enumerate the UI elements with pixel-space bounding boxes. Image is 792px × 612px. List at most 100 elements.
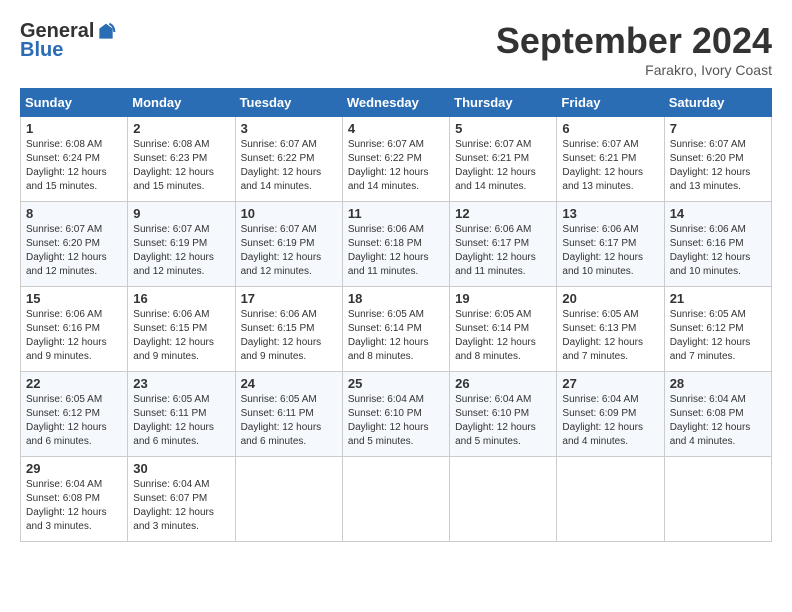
day-info: Sunrise: 6:04 AMSunset: 6:10 PMDaylight:… (348, 394, 429, 447)
table-row (557, 457, 664, 542)
day-number: 12 (455, 206, 551, 221)
table-row: 30 Sunrise: 6:04 AMSunset: 6:07 PMDaylig… (128, 457, 235, 542)
day-number: 11 (348, 206, 444, 221)
day-number: 17 (241, 291, 337, 306)
table-row (664, 457, 771, 542)
table-row: 13 Sunrise: 6:06 AMSunset: 6:17 PMDaylig… (557, 202, 664, 287)
table-row: 5 Sunrise: 6:07 AMSunset: 6:21 PMDayligh… (450, 117, 557, 202)
day-number: 20 (562, 291, 658, 306)
table-row (235, 457, 342, 542)
day-number: 8 (26, 206, 122, 221)
day-info: Sunrise: 6:05 AMSunset: 6:11 PMDaylight:… (241, 394, 322, 447)
table-row: 9 Sunrise: 6:07 AMSunset: 6:19 PMDayligh… (128, 202, 235, 287)
day-info: Sunrise: 6:06 AMSunset: 6:16 PMDaylight:… (670, 224, 751, 277)
month-title: September 2024 (496, 20, 772, 62)
day-info: Sunrise: 6:07 AMSunset: 6:21 PMDaylight:… (562, 139, 643, 192)
day-number: 5 (455, 121, 551, 136)
day-number: 30 (133, 461, 229, 476)
table-row: 26 Sunrise: 6:04 AMSunset: 6:10 PMDaylig… (450, 372, 557, 457)
day-number: 3 (241, 121, 337, 136)
col-sunday: Sunday (21, 89, 128, 117)
day-info: Sunrise: 6:06 AMSunset: 6:15 PMDaylight:… (133, 309, 214, 362)
day-number: 4 (348, 121, 444, 136)
day-info: Sunrise: 6:06 AMSunset: 6:17 PMDaylight:… (455, 224, 536, 277)
calendar-week-row: 8 Sunrise: 6:07 AMSunset: 6:20 PMDayligh… (21, 202, 772, 287)
col-wednesday: Wednesday (342, 89, 449, 117)
day-number: 24 (241, 376, 337, 391)
day-number: 25 (348, 376, 444, 391)
day-info: Sunrise: 6:05 AMSunset: 6:12 PMDaylight:… (26, 394, 107, 447)
table-row: 22 Sunrise: 6:05 AMSunset: 6:12 PMDaylig… (21, 372, 128, 457)
table-row: 24 Sunrise: 6:05 AMSunset: 6:11 PMDaylig… (235, 372, 342, 457)
calendar-header-row: Sunday Monday Tuesday Wednesday Thursday… (21, 89, 772, 117)
day-info: Sunrise: 6:06 AMSunset: 6:17 PMDaylight:… (562, 224, 643, 277)
table-row: 12 Sunrise: 6:06 AMSunset: 6:17 PMDaylig… (450, 202, 557, 287)
table-row: 28 Sunrise: 6:04 AMSunset: 6:08 PMDaylig… (664, 372, 771, 457)
col-tuesday: Tuesday (235, 89, 342, 117)
day-number: 26 (455, 376, 551, 391)
calendar-week-row: 22 Sunrise: 6:05 AMSunset: 6:12 PMDaylig… (21, 372, 772, 457)
day-number: 14 (670, 206, 766, 221)
table-row: 17 Sunrise: 6:06 AMSunset: 6:15 PMDaylig… (235, 287, 342, 372)
day-number: 21 (670, 291, 766, 306)
day-number: 23 (133, 376, 229, 391)
day-info: Sunrise: 6:04 AMSunset: 6:08 PMDaylight:… (26, 479, 107, 532)
day-number: 10 (241, 206, 337, 221)
day-info: Sunrise: 6:04 AMSunset: 6:10 PMDaylight:… (455, 394, 536, 447)
col-friday: Friday (557, 89, 664, 117)
day-info: Sunrise: 6:08 AMSunset: 6:24 PMDaylight:… (26, 139, 107, 192)
table-row: 2 Sunrise: 6:08 AMSunset: 6:23 PMDayligh… (128, 117, 235, 202)
table-row: 6 Sunrise: 6:07 AMSunset: 6:21 PMDayligh… (557, 117, 664, 202)
table-row: 25 Sunrise: 6:04 AMSunset: 6:10 PMDaylig… (342, 372, 449, 457)
table-row: 11 Sunrise: 6:06 AMSunset: 6:18 PMDaylig… (342, 202, 449, 287)
day-number: 2 (133, 121, 229, 136)
day-info: Sunrise: 6:05 AMSunset: 6:13 PMDaylight:… (562, 309, 643, 362)
day-number: 18 (348, 291, 444, 306)
day-info: Sunrise: 6:07 AMSunset: 6:21 PMDaylight:… (455, 139, 536, 192)
logo: General Blue (20, 20, 116, 62)
table-row: 27 Sunrise: 6:04 AMSunset: 6:09 PMDaylig… (557, 372, 664, 457)
table-row: 4 Sunrise: 6:07 AMSunset: 6:22 PMDayligh… (342, 117, 449, 202)
day-info: Sunrise: 6:05 AMSunset: 6:14 PMDaylight:… (455, 309, 536, 362)
table-row: 10 Sunrise: 6:07 AMSunset: 6:19 PMDaylig… (235, 202, 342, 287)
day-info: Sunrise: 6:07 AMSunset: 6:22 PMDaylight:… (348, 139, 429, 192)
logo-blue: Blue (20, 39, 63, 62)
calendar-week-row: 29 Sunrise: 6:04 AMSunset: 6:08 PMDaylig… (21, 457, 772, 542)
day-number: 29 (26, 461, 122, 476)
table-row: 1 Sunrise: 6:08 AMSunset: 6:24 PMDayligh… (21, 117, 128, 202)
calendar-table: Sunday Monday Tuesday Wednesday Thursday… (20, 88, 772, 542)
day-number: 9 (133, 206, 229, 221)
title-section: September 2024 Farakro, Ivory Coast (496, 20, 772, 78)
col-thursday: Thursday (450, 89, 557, 117)
day-info: Sunrise: 6:04 AMSunset: 6:07 PMDaylight:… (133, 479, 214, 532)
day-info: Sunrise: 6:05 AMSunset: 6:14 PMDaylight:… (348, 309, 429, 362)
day-number: 6 (562, 121, 658, 136)
day-info: Sunrise: 6:06 AMSunset: 6:15 PMDaylight:… (241, 309, 322, 362)
table-row: 3 Sunrise: 6:07 AMSunset: 6:22 PMDayligh… (235, 117, 342, 202)
day-info: Sunrise: 6:04 AMSunset: 6:08 PMDaylight:… (670, 394, 751, 447)
table-row: 19 Sunrise: 6:05 AMSunset: 6:14 PMDaylig… (450, 287, 557, 372)
location: Farakro, Ivory Coast (496, 62, 772, 78)
page-header: General Blue September 2024 Farakro, Ivo… (20, 20, 772, 78)
day-number: 28 (670, 376, 766, 391)
day-info: Sunrise: 6:06 AMSunset: 6:16 PMDaylight:… (26, 309, 107, 362)
table-row: 23 Sunrise: 6:05 AMSunset: 6:11 PMDaylig… (128, 372, 235, 457)
day-info: Sunrise: 6:05 AMSunset: 6:11 PMDaylight:… (133, 394, 214, 447)
day-info: Sunrise: 6:07 AMSunset: 6:22 PMDaylight:… (241, 139, 322, 192)
day-info: Sunrise: 6:07 AMSunset: 6:20 PMDaylight:… (670, 139, 751, 192)
day-info: Sunrise: 6:04 AMSunset: 6:09 PMDaylight:… (562, 394, 643, 447)
day-info: Sunrise: 6:07 AMSunset: 6:20 PMDaylight:… (26, 224, 107, 277)
day-number: 19 (455, 291, 551, 306)
table-row: 15 Sunrise: 6:06 AMSunset: 6:16 PMDaylig… (21, 287, 128, 372)
day-info: Sunrise: 6:06 AMSunset: 6:18 PMDaylight:… (348, 224, 429, 277)
calendar-week-row: 15 Sunrise: 6:06 AMSunset: 6:16 PMDaylig… (21, 287, 772, 372)
col-saturday: Saturday (664, 89, 771, 117)
day-number: 22 (26, 376, 122, 391)
table-row: 7 Sunrise: 6:07 AMSunset: 6:20 PMDayligh… (664, 117, 771, 202)
table-row: 29 Sunrise: 6:04 AMSunset: 6:08 PMDaylig… (21, 457, 128, 542)
day-info: Sunrise: 6:07 AMSunset: 6:19 PMDaylight:… (241, 224, 322, 277)
day-number: 16 (133, 291, 229, 306)
day-number: 13 (562, 206, 658, 221)
day-number: 7 (670, 121, 766, 136)
table-row: 8 Sunrise: 6:07 AMSunset: 6:20 PMDayligh… (21, 202, 128, 287)
